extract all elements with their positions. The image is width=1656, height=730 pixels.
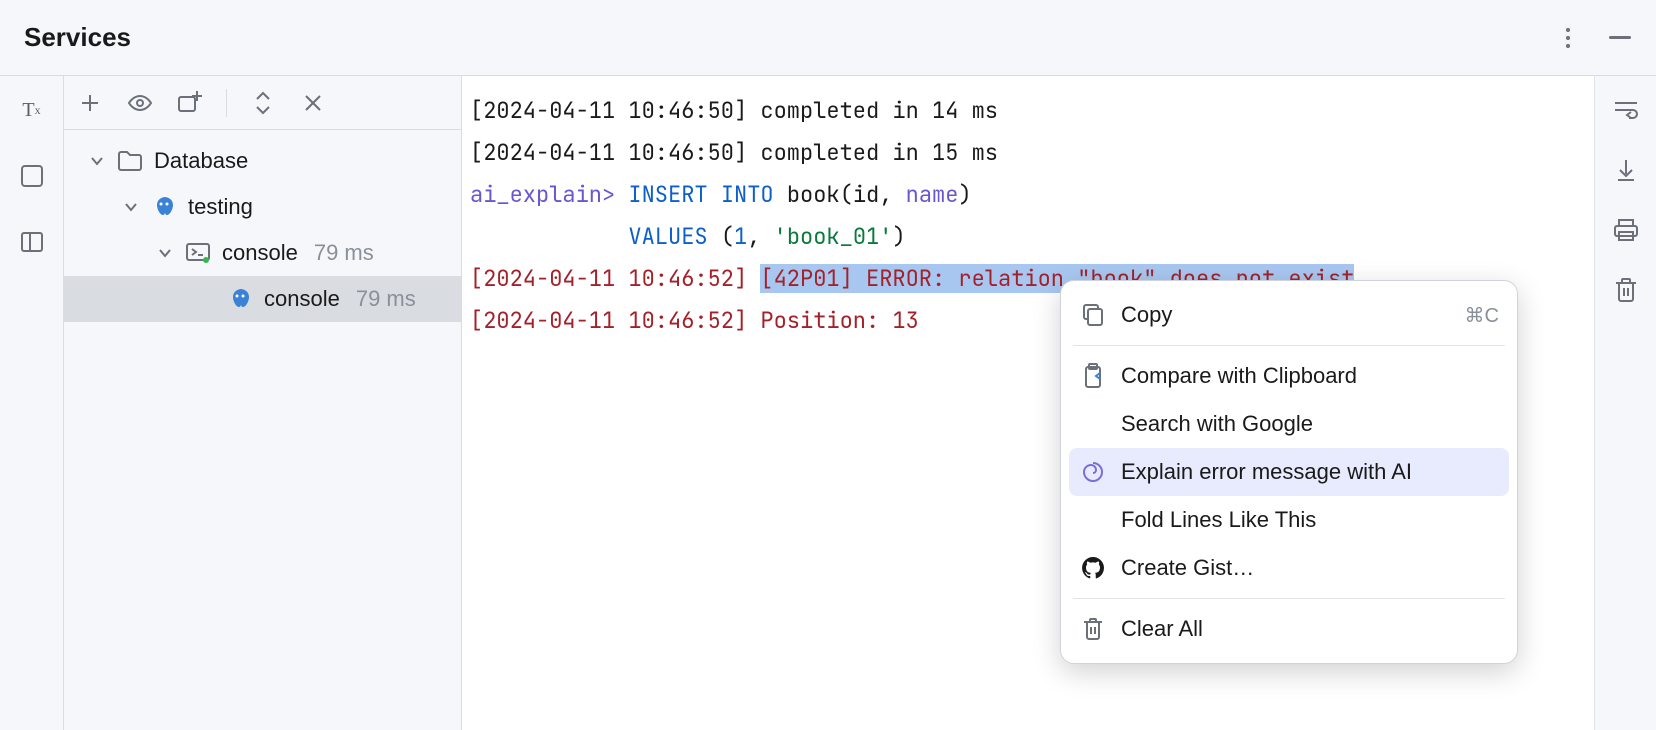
sql-keyword: VALUES [628, 222, 707, 251]
separator [226, 89, 227, 117]
layout-icon[interactable] [16, 226, 48, 258]
close-icon[interactable] [297, 87, 329, 119]
menu-copy[interactable]: Copy ⌘C [1061, 291, 1517, 339]
error-timestamp: [2024-04-11 10:46:52] [470, 264, 747, 293]
new-session-icon[interactable] [174, 87, 206, 119]
context-menu: Copy ⌘C Compare with Clipboard Search wi… [1060, 280, 1518, 664]
menu-label: Create Gist… [1121, 555, 1499, 581]
error-timestamp: [2024-04-11 10:46:52] [470, 306, 747, 335]
chevron-down-icon [88, 156, 106, 166]
clipboard-compare-icon [1079, 363, 1107, 389]
sql-text: book(id, [787, 180, 893, 209]
separator [1073, 345, 1505, 346]
menu-gist[interactable]: Create Gist… [1061, 544, 1517, 592]
log-timestamp: [2024-04-11 10:46:50] [470, 138, 747, 167]
sidebar: Database testing console 79 ms [64, 76, 462, 730]
postgres-icon [150, 193, 178, 221]
right-gutter [1594, 76, 1656, 730]
expand-icon[interactable] [247, 87, 279, 119]
sql-identifier: name [906, 180, 959, 209]
chevron-down-icon [156, 248, 174, 258]
plus-icon[interactable] [74, 87, 106, 119]
tree-item-testing[interactable]: testing [64, 184, 461, 230]
tx-icon[interactable]: Tx [16, 94, 48, 126]
menu-compare[interactable]: Compare with Clipboard [1061, 352, 1517, 400]
sidebar-toolbar [64, 76, 461, 130]
menu-label: Copy [1121, 302, 1451, 328]
tree-label: console [264, 286, 340, 312]
sql-text: ) [958, 180, 971, 209]
sql-keyword: INTO [721, 180, 774, 209]
error-position: Position: 13 [760, 306, 918, 335]
menu-label: Explain error message with AI [1121, 459, 1499, 485]
menu-search-google[interactable]: Search with Google [1061, 400, 1517, 448]
scroll-end-icon[interactable] [1610, 154, 1642, 186]
sql-text: ( [708, 222, 734, 251]
menu-label: Compare with Clipboard [1121, 363, 1499, 389]
log-timestamp: [2024-04-11 10:46:50] [470, 96, 747, 125]
github-icon [1079, 556, 1107, 580]
copy-icon [1079, 303, 1107, 327]
separator [1073, 598, 1505, 599]
print-icon[interactable] [1610, 214, 1642, 246]
sql-text: ) [892, 222, 905, 251]
menu-label: Search with Google [1121, 411, 1499, 437]
tree-item-database[interactable]: Database [64, 138, 461, 184]
tree-label: Database [154, 148, 248, 174]
stop-icon[interactable] [16, 160, 48, 192]
tree-label: testing [188, 194, 253, 220]
postgres-icon [226, 285, 254, 313]
header-controls [1556, 26, 1632, 50]
services-tree: Database testing console 79 ms [64, 130, 461, 730]
sql-text: , [747, 222, 773, 251]
sql-number: 1 [734, 222, 747, 251]
trash-icon [1079, 617, 1107, 641]
tree-label: console [222, 240, 298, 266]
menu-shortcut: ⌘C [1465, 303, 1499, 328]
eye-icon[interactable] [124, 87, 156, 119]
panel-header: Services [0, 0, 1656, 76]
menu-label: Fold Lines Like This [1121, 507, 1499, 533]
console-icon [184, 239, 212, 267]
more-icon[interactable] [1556, 26, 1580, 50]
tree-item-console-parent[interactable]: console 79 ms [64, 230, 461, 276]
log-message: completed in 14 ms [760, 96, 998, 125]
trash-icon[interactable] [1610, 274, 1642, 306]
sql-keyword: INSERT [628, 180, 707, 209]
menu-label: Clear All [1121, 616, 1499, 642]
chevron-down-icon [122, 202, 140, 212]
ai-spiral-icon [1079, 460, 1107, 484]
minimize-icon[interactable] [1608, 26, 1632, 50]
left-gutter: Tx [0, 76, 64, 730]
menu-explain-ai[interactable]: Explain error message with AI [1069, 448, 1509, 496]
tree-time: 79 ms [314, 240, 374, 266]
menu-fold[interactable]: Fold Lines Like This [1061, 496, 1517, 544]
menu-clear-all[interactable]: Clear All [1061, 605, 1517, 653]
folder-icon [116, 147, 144, 175]
sql-string: 'book_01' [774, 222, 893, 251]
wrap-icon[interactable] [1610, 94, 1642, 126]
log-message: completed in 15 ms [760, 138, 998, 167]
prompt: ai_explain> [470, 180, 615, 209]
tree-item-console-leaf[interactable]: console 79 ms [64, 276, 461, 322]
tree-time: 79 ms [356, 286, 416, 312]
panel-title: Services [24, 22, 131, 53]
